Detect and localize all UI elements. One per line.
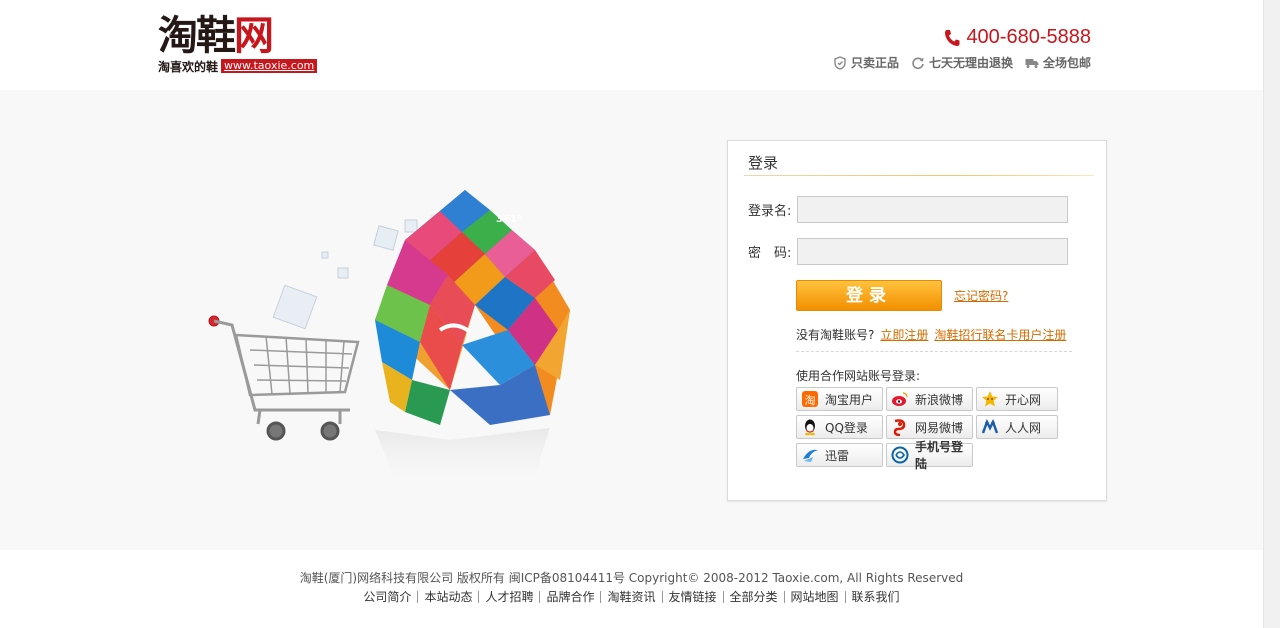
promise-return: 七天无理由退换 bbox=[911, 54, 1013, 71]
renren-login-label: 人人网 bbox=[1005, 420, 1042, 435]
username-label: 登录名: bbox=[748, 204, 792, 219]
promise-shipping-label: 全场包邮 bbox=[1042, 56, 1091, 70]
logo-sub: 淘喜欢的鞋 www.taoxie.com bbox=[158, 58, 318, 74]
taobao-login-button[interactable]: 淘 淘宝用户 bbox=[796, 387, 883, 411]
kaixin-login-label: 开心网 bbox=[1005, 392, 1042, 407]
svg-text:淘: 淘 bbox=[805, 394, 816, 407]
phone-icon bbox=[945, 29, 960, 46]
renren-login-button[interactable]: 人人网 bbox=[976, 415, 1058, 439]
register-link[interactable]: 立即注册 bbox=[880, 326, 928, 343]
promise-shipping: 全场包邮 bbox=[1025, 54, 1091, 71]
netease-weibo-icon bbox=[891, 418, 909, 436]
footer-link-contact[interactable]: 联系我们 bbox=[844, 591, 906, 603]
promise-genuine: 只卖正品 bbox=[833, 54, 899, 71]
logo-char-2: 鞋 bbox=[196, 13, 236, 59]
kaixin-login-button[interactable]: 开心网 bbox=[976, 387, 1058, 411]
partner-login-title: 使用合作网站账号登录: bbox=[796, 369, 921, 383]
password-input[interactable] bbox=[797, 238, 1068, 265]
page: 淘鞋网 淘喜欢的鞋 www.taoxie.com 400-680-5888 只卖… bbox=[0, 0, 1280, 628]
footer-link-jobs[interactable]: 人才招聘 bbox=[478, 591, 539, 603]
weibo-icon bbox=[891, 390, 909, 408]
footer-links: 公司简介 本站动态 人才招聘 品牌合作 淘鞋资讯 友情链接 全部分类 网站地图 … bbox=[0, 591, 1263, 603]
service-promises: 只卖正品 七天无理由退换 全场包邮 bbox=[833, 54, 1091, 71]
footer-link-brand[interactable]: 品牌合作 bbox=[539, 591, 600, 603]
mobile-login-button[interactable]: 手机号登陆 bbox=[886, 440, 973, 471]
refresh-icon bbox=[912, 56, 924, 69]
truck-icon bbox=[1025, 58, 1039, 68]
cart-cube-illustration: 361° bbox=[208, 190, 570, 490]
svg-text:361°: 361° bbox=[496, 214, 522, 225]
shield-icon bbox=[834, 55, 846, 70]
qq-icon bbox=[801, 418, 819, 436]
hotline-number: 400-680-5888 bbox=[966, 26, 1091, 48]
netease-weibo-login-label: 网易微博 bbox=[915, 420, 964, 435]
brand-cube-icon: 361° bbox=[375, 190, 570, 425]
sina-weibo-login-button[interactable]: 新浪微博 bbox=[886, 387, 973, 411]
footer-link-sitemap[interactable]: 网站地图 bbox=[783, 591, 845, 603]
footer-link-friends[interactable]: 友情链接 bbox=[661, 591, 723, 603]
xunlei-login-button[interactable]: 迅雷 bbox=[796, 443, 883, 467]
xunlei-icon bbox=[801, 446, 819, 464]
login-button[interactable]: 登录 bbox=[796, 280, 942, 311]
login-panel: 登录 登录名: 密 码: 登录 忘记密码? 没有淘鞋账号? 立即注册 淘鞋招行联… bbox=[727, 140, 1107, 501]
footer-link-info[interactable]: 淘鞋资讯 bbox=[600, 591, 661, 603]
register-row: 没有淘鞋账号? 立即注册 淘鞋招行联名卡用户注册 bbox=[796, 326, 1066, 343]
page-scrollbar[interactable] bbox=[1263, 0, 1280, 628]
logo-wordmark: 淘鞋网 bbox=[158, 14, 330, 58]
taobao-icon: 淘 bbox=[801, 390, 819, 408]
qq-login-button[interactable]: QQ登录 bbox=[796, 415, 883, 439]
footer-link-about[interactable]: 公司简介 bbox=[357, 591, 417, 603]
logo-char-3: 网 bbox=[234, 13, 274, 59]
netease-weibo-login-button[interactable]: 网易微博 bbox=[886, 415, 973, 439]
cmb-register-link[interactable]: 淘鞋招行联名卡用户注册 bbox=[934, 326, 1066, 343]
logo-slogan: 淘喜欢的鞋 bbox=[158, 59, 219, 74]
logo-char-1: 淘 bbox=[158, 13, 198, 59]
login-title: 登录 bbox=[748, 154, 779, 172]
sina-weibo-login-label: 新浪微博 bbox=[915, 392, 964, 407]
site-logo[interactable]: 淘鞋网 淘喜欢的鞋 www.taoxie.com bbox=[158, 14, 330, 76]
renren-icon bbox=[981, 418, 999, 436]
shopping-cart-icon bbox=[208, 315, 360, 441]
password-label: 密 码: bbox=[748, 246, 792, 261]
taobao-login-label: 淘宝用户 bbox=[825, 392, 874, 407]
promise-return-label: 七天无理由退换 bbox=[928, 56, 1013, 70]
footer-link-news[interactable]: 本站动态 bbox=[417, 591, 478, 603]
dashed-divider bbox=[796, 351, 1072, 352]
promise-genuine-label: 只卖正品 bbox=[850, 56, 899, 70]
qq-login-label: QQ登录 bbox=[825, 420, 868, 435]
username-row: 登录名: bbox=[748, 196, 1068, 223]
header: 淘鞋网 淘喜欢的鞋 www.taoxie.com 400-680-5888 只卖… bbox=[0, 0, 1263, 90]
username-input[interactable] bbox=[797, 196, 1068, 223]
footer-link-categories[interactable]: 全部分类 bbox=[722, 591, 784, 603]
footer: 淘鞋(厦门)网络科技有限公司 版权所有 闽ICP备08104411号 Copyr… bbox=[0, 550, 1263, 628]
logo-url: www.taoxie.com bbox=[221, 59, 318, 73]
xunlei-login-label: 迅雷 bbox=[825, 448, 850, 463]
china-mobile-icon bbox=[891, 446, 909, 464]
mobile-login-label: 手机号登陆 bbox=[915, 440, 964, 471]
forgot-password-link[interactable]: 忘记密码? bbox=[954, 287, 1008, 304]
copyright-text: 淘鞋(厦门)网络科技有限公司 版权所有 闽ICP备08104411号 Copyr… bbox=[299, 571, 964, 585]
hotline: 400-680-5888 bbox=[944, 26, 1091, 49]
title-divider bbox=[744, 175, 1094, 176]
kaixin-icon bbox=[981, 390, 999, 408]
password-row: 密 码: bbox=[748, 238, 1068, 265]
partner-login-grid: 淘 淘宝用户 新浪微博 开心网 QQ登录 网易微博 人人网 迅雷 手机号登陆 bbox=[796, 387, 1066, 471]
no-account-text: 没有淘鞋账号? bbox=[796, 328, 875, 342]
